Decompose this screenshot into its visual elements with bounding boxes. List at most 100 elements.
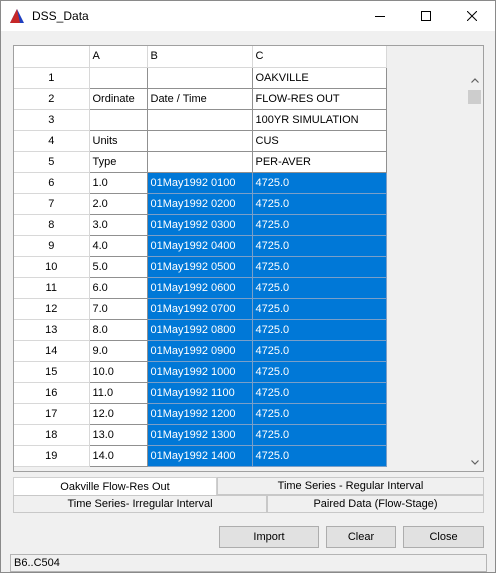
cell-a[interactable]: 10.0	[88, 360, 148, 383]
cell-b[interactable]: 01May1992 0700	[146, 297, 253, 320]
cell-c[interactable]: 4725.0	[251, 255, 387, 278]
cell-b[interactable]: 01May1992 0400	[146, 234, 253, 257]
table-row: 16 11.0 01May1992 1100 4725.0	[14, 381, 387, 404]
cell-b[interactable]: 01May1992 0200	[146, 192, 253, 215]
row-header[interactable]: 10	[14, 256, 90, 278]
close-window-button[interactable]	[449, 1, 495, 31]
cell-b[interactable]: 01May1992 1100	[146, 381, 253, 404]
tab-oakville-flow-res-out[interactable]: Oakville Flow-Res Out	[13, 477, 217, 496]
column-header-b[interactable]: B	[147, 46, 253, 68]
cell-a[interactable]: 6.0	[88, 276, 148, 299]
cell-c[interactable]: PER-AVER	[251, 150, 387, 173]
cell-c[interactable]: 4725.0	[251, 276, 387, 299]
row-header[interactable]: 14	[14, 340, 90, 362]
close-button[interactable]: Close	[403, 526, 484, 548]
row-header[interactable]: 12	[14, 298, 90, 320]
cell-c[interactable]: 4725.0	[251, 402, 387, 425]
tab-paired-data[interactable]: Paired Data (Flow-Stage)	[267, 495, 484, 513]
table-row: 11 6.0 01May1992 0600 4725.0	[14, 276, 387, 299]
row-header[interactable]: 17	[14, 403, 90, 425]
title-bar[interactable]: DSS_Data	[1, 1, 495, 31]
clear-button[interactable]: Clear	[326, 526, 396, 548]
cell-c[interactable]: 100YR SIMULATION	[251, 108, 387, 131]
cell-a[interactable]: 7.0	[88, 297, 148, 320]
cell-c[interactable]: 4725.0	[251, 360, 387, 383]
row-header[interactable]: 3	[14, 109, 90, 131]
cell-c[interactable]: FLOW-RES OUT	[251, 87, 387, 110]
cell-a[interactable]: 4.0	[88, 234, 148, 257]
cell-c[interactable]: 4725.0	[251, 339, 387, 362]
cell-a[interactable]: 5.0	[88, 255, 148, 278]
cell-c[interactable]: 4725.0	[251, 234, 387, 257]
row-header[interactable]: 15	[14, 361, 90, 383]
cell-a[interactable]: Units	[88, 129, 148, 152]
cell-b[interactable]: 01May1992 0100	[146, 171, 253, 194]
row-header[interactable]: 19	[14, 445, 90, 467]
row-header[interactable]: 2	[14, 88, 90, 110]
minimize-button[interactable]	[357, 1, 403, 31]
cell-a[interactable]: 14.0	[88, 444, 148, 467]
cell-b[interactable]	[146, 150, 253, 173]
import-button[interactable]: Import	[219, 526, 319, 548]
cell-b[interactable]	[146, 108, 253, 131]
cell-c[interactable]: 4725.0	[251, 171, 387, 194]
cell-b[interactable]: Date / Time	[146, 87, 253, 110]
cell-b[interactable]: 01May1992 0500	[146, 255, 253, 278]
scroll-up-button[interactable]	[466, 72, 483, 89]
row-header[interactable]: 5	[14, 151, 90, 173]
row-header[interactable]: 1	[14, 67, 90, 89]
row-header[interactable]: 16	[14, 382, 90, 404]
cell-a[interactable]: 3.0	[88, 213, 148, 236]
row-header[interactable]: 8	[14, 214, 90, 236]
cell-c[interactable]: 4725.0	[251, 297, 387, 320]
row-header[interactable]: 4	[14, 130, 90, 152]
cell-a[interactable]: 12.0	[88, 402, 148, 425]
row-header[interactable]: 18	[14, 424, 90, 446]
cell-c[interactable]: 4725.0	[251, 381, 387, 404]
cell-c[interactable]: OAKVILLE	[251, 66, 387, 89]
cell-a[interactable]: Type	[88, 150, 148, 173]
cell-b[interactable]: 01May1992 1300	[146, 423, 253, 446]
cell-c[interactable]: 4725.0	[251, 444, 387, 467]
table-row: 2 Ordinate Date / Time FLOW-RES OUT	[14, 87, 387, 110]
tab-time-series-irregular[interactable]: Time Series- Irregular Interval	[13, 495, 267, 513]
cell-b[interactable]	[146, 129, 253, 152]
cell-a[interactable]: Ordinate	[88, 87, 148, 110]
cell-c[interactable]: 4725.0	[251, 423, 387, 446]
cell-b[interactable]: 01May1992 0300	[146, 213, 253, 236]
row-header[interactable]: 7	[14, 193, 90, 215]
row-header[interactable]: 13	[14, 319, 90, 341]
row-header[interactable]: 9	[14, 235, 90, 257]
cell-a[interactable]: 11.0	[88, 381, 148, 404]
vertical-scrollbar[interactable]	[466, 46, 483, 471]
cell-c[interactable]: 4725.0	[251, 318, 387, 341]
cell-b[interactable]: 01May1992 1400	[146, 444, 253, 467]
scroll-down-button[interactable]	[466, 454, 483, 471]
column-header-c[interactable]: C	[252, 46, 387, 68]
cell-c[interactable]: 4725.0	[251, 213, 387, 236]
cell-b[interactable]: 01May1992 0900	[146, 339, 253, 362]
cell-b[interactable]: 01May1992 0600	[146, 276, 253, 299]
maximize-button[interactable]	[403, 1, 449, 31]
cell-a[interactable]: 8.0	[88, 318, 148, 341]
scrollbar-thumb[interactable]	[468, 90, 481, 104]
grid-viewport: A B C 1 OAKVILLE 2 Ordinate Date / Time FLOW-…	[14, 46, 466, 471]
cell-a[interactable]: 1.0	[88, 171, 148, 194]
cell-a[interactable]	[88, 108, 148, 131]
cell-c[interactable]: 4725.0	[251, 192, 387, 215]
cell-b[interactable]: 01May1992 1200	[146, 402, 253, 425]
cell-c[interactable]: CUS	[251, 129, 387, 152]
cell-b[interactable]: 01May1992 0800	[146, 318, 253, 341]
tab-time-series-regular[interactable]: Time Series - Regular Interval	[217, 477, 484, 495]
cell-b[interactable]: 01May1992 1000	[146, 360, 253, 383]
cell-a[interactable]: 13.0	[88, 423, 148, 446]
cell-a[interactable]: 2.0	[88, 192, 148, 215]
table-row: 1 OAKVILLE	[14, 66, 387, 89]
cell-a[interactable]: 9.0	[88, 339, 148, 362]
corner-header[interactable]	[14, 46, 90, 68]
row-header[interactable]: 11	[14, 277, 90, 299]
cell-b[interactable]	[146, 66, 253, 89]
column-header-a[interactable]: A	[89, 46, 148, 68]
row-header[interactable]: 6	[14, 172, 90, 194]
cell-a[interactable]	[88, 66, 148, 89]
